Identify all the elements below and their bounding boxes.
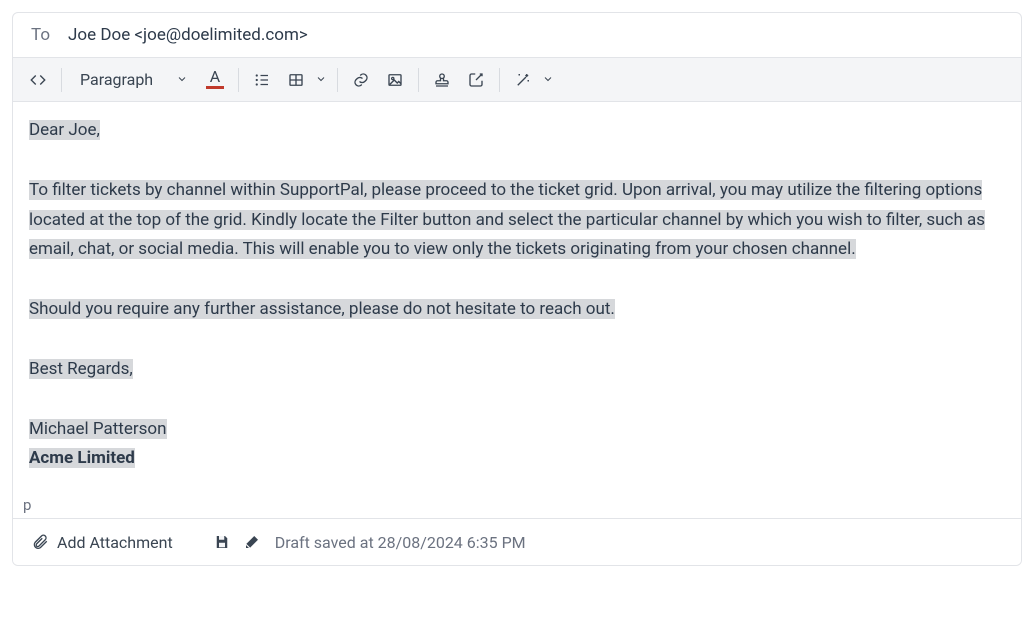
body-paragraph-2: Should you require any further assistanc… (29, 299, 615, 319)
bullet-list-button[interactable] (245, 63, 279, 97)
chevron-down-icon[interactable] (311, 70, 331, 89)
eraser-icon (243, 533, 261, 551)
to-value[interactable]: Joe Doe <joe@doelimited.com> (68, 25, 308, 45)
open-external-button[interactable] (459, 63, 493, 97)
link-button[interactable] (344, 63, 378, 97)
body-paragraph-1: To filter tickets by channel within Supp… (29, 180, 985, 260)
text-color-letter: A (210, 70, 220, 84)
editor-body[interactable]: Dear Joe, To filter tickets by channel w… (13, 102, 1021, 492)
stamp-button[interactable] (425, 63, 459, 97)
magic-wand-button[interactable] (506, 63, 540, 97)
save-icon (213, 533, 231, 551)
text-color-button[interactable]: A (198, 63, 232, 97)
toolbar-separator (418, 68, 419, 92)
to-row: To Joe Doe <joe@doelimited.com> (13, 13, 1021, 58)
table-button[interactable] (279, 63, 313, 97)
body-sender-name: Michael Patterson (29, 419, 167, 439)
source-code-button[interactable] (21, 63, 55, 97)
body-sender-company: Acme Limited (29, 448, 135, 468)
block-format-label: Paragraph (80, 70, 153, 89)
chevron-down-icon (176, 70, 188, 89)
ai-tools-group (506, 63, 558, 97)
toolbar-separator (61, 68, 62, 92)
element-path[interactable]: p (13, 492, 1021, 518)
toolbar-separator (499, 68, 500, 92)
draft-status-text: Draft saved at 28/08/2024 6:35 PM (275, 533, 526, 552)
body-greeting: Dear Joe, (29, 120, 100, 140)
table-button-group (279, 63, 331, 97)
block-format-select[interactable]: Paragraph (68, 63, 198, 97)
text-color-swatch (206, 86, 224, 89)
body-signoff: Best Regards, (29, 359, 133, 379)
save-draft-button[interactable] (207, 527, 237, 557)
add-attachment-button[interactable]: Add Attachment (25, 529, 179, 556)
add-attachment-label: Add Attachment (57, 533, 173, 552)
editor-toolbar: Paragraph A (13, 58, 1021, 102)
email-composer: To Joe Doe <joe@doelimited.com> Paragrap… (12, 12, 1022, 566)
paperclip-icon (31, 533, 49, 551)
to-label: To (31, 25, 50, 45)
image-button[interactable] (378, 63, 412, 97)
composer-footer: Add Attachment Draft saved at 28/08/2024… (13, 518, 1021, 565)
chevron-down-icon[interactable] (538, 70, 558, 89)
discard-draft-button[interactable] (237, 527, 267, 557)
toolbar-separator (238, 68, 239, 92)
toolbar-separator (337, 68, 338, 92)
